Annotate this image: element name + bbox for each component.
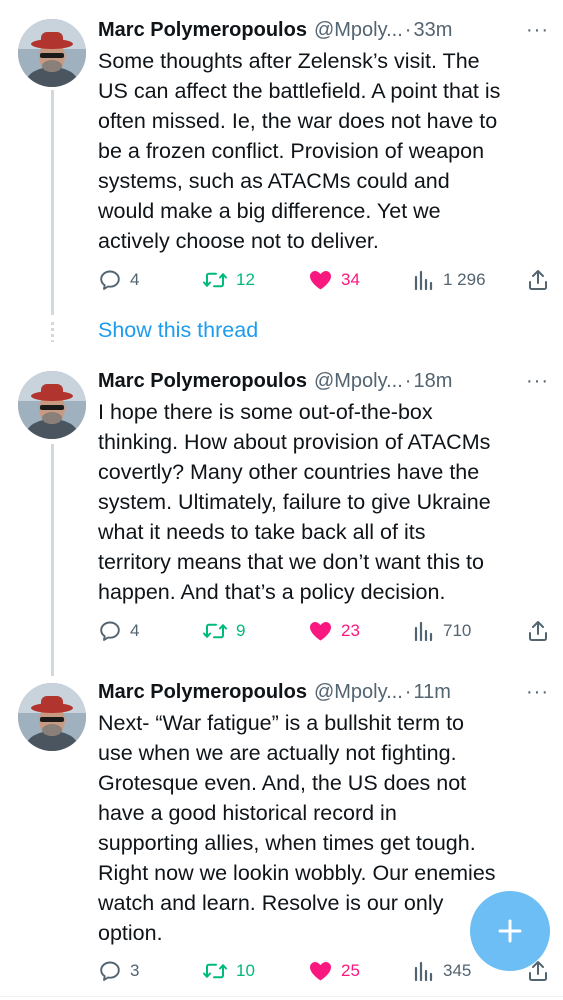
tweet-header: Marc Polymeropoulos @Mpoly... · 33m ··· (98, 15, 549, 45)
tweet-text-line: would make a big difference. Yet we (98, 199, 441, 223)
tweet-text-line: happen. And that’s a policy decision. (98, 580, 446, 604)
more-options-icon[interactable]: ··· (526, 19, 549, 42)
share-icon (529, 621, 547, 641)
like-button[interactable]: 25 (308, 956, 360, 986)
heart-icon (310, 622, 331, 641)
views-count: 1 296 (443, 270, 486, 289)
tweet-text-line: system. Ultimately, failure to give Ukra… (98, 490, 491, 514)
retweet-count: 12 (236, 270, 255, 289)
reply-icon (100, 270, 120, 290)
tweet-text: I hope there is some out-of-the-box thin… (98, 397, 550, 607)
views-button[interactable]: 710 (413, 616, 471, 646)
avatar-image (18, 19, 86, 87)
tweet-text-line: have a good historical record in (98, 801, 397, 825)
separator-dot: · (404, 18, 412, 41)
views-count: 710 (443, 621, 472, 640)
tweet-header: Marc Polymeropoulos @Mpoly... · 18m ··· (98, 366, 549, 396)
like-button[interactable]: 23 (308, 616, 360, 646)
more-options-icon[interactable]: ··· (526, 681, 549, 704)
share-icon (529, 270, 547, 290)
reply-count: 4 (130, 621, 140, 640)
reply-button[interactable]: 4 (98, 265, 139, 295)
tweet-actions: 4 12 34 1 296 (98, 265, 553, 295)
like-count: 23 (341, 621, 360, 640)
tweet[interactable]: Marc Polymeropoulos @Mpoly... · 18m ··· … (0, 352, 563, 652)
views-icon (414, 961, 433, 982)
tweet-text-line: what it needs to take back all of its (98, 520, 426, 544)
tweet-text-line: systems, such as ATACMs could and (98, 169, 450, 193)
avatar[interactable] (18, 19, 86, 87)
more-options-icon[interactable]: ··· (526, 370, 549, 393)
compose-button[interactable] (470, 891, 550, 971)
reply-button[interactable]: 3 (98, 956, 139, 986)
views-button[interactable]: 1 296 (413, 265, 486, 295)
retweet-icon (203, 272, 227, 288)
avatar-image (18, 371, 86, 439)
like-count: 34 (341, 270, 360, 289)
timestamp[interactable]: 11m (413, 681, 450, 704)
tweet-header: Marc Polymeropoulos @Mpoly... · 11m ··· (98, 677, 549, 707)
tweet-text-line: supporting allies, when times get tough. (98, 831, 476, 855)
thread-gap-dots (51, 322, 54, 342)
tweet-text-line: often missed. Ie, the war does not have … (98, 109, 498, 133)
heart-icon (310, 271, 331, 290)
share-button[interactable] (526, 616, 550, 646)
separator-dot: · (404, 680, 412, 703)
retweet-button[interactable]: 10 (202, 956, 255, 986)
views-icon (414, 270, 433, 291)
views-button[interactable]: 345 (413, 956, 471, 986)
tweet-text-line: covertly? Many other countries have the (98, 460, 480, 484)
avatar-image (18, 683, 86, 751)
like-count: 25 (341, 961, 360, 980)
retweet-button[interactable]: 9 (202, 616, 245, 646)
views-count: 345 (443, 961, 472, 980)
reply-icon (100, 621, 120, 641)
retweet-count: 10 (236, 961, 255, 980)
separator-dot: · (404, 369, 412, 392)
tweet-text-line: Some thoughts after Zelensk’s visit. The (98, 49, 480, 73)
tweet-text-line: Right now we lookin wobbly. Our enemies (98, 861, 496, 885)
compose-plus-icon (498, 919, 522, 943)
author-handle[interactable]: @Mpoly... (314, 19, 403, 42)
retweet-button[interactable]: 12 (202, 265, 255, 295)
tweet-text-line: actively choose not to deliver. (98, 229, 379, 253)
reply-button[interactable]: 4 (98, 616, 139, 646)
heart-icon (310, 962, 331, 981)
tweet-text-line: thinking. How about provision of ATACMs (98, 430, 491, 454)
author-handle[interactable]: @Mpoly... (314, 681, 403, 704)
timestamp[interactable]: 18m (413, 370, 452, 393)
tweet-text-line: territory means that we don’t want this … (98, 550, 484, 574)
reply-count: 4 (130, 270, 140, 289)
avatar[interactable] (18, 683, 86, 751)
tweet-text-line: Grotesque even. And, the US does not (98, 771, 467, 795)
tweet-actions: 4 9 23 710 (98, 616, 553, 646)
author-name[interactable]: Marc Polymeropoulos (98, 681, 307, 704)
author-name[interactable]: Marc Polymeropoulos (98, 19, 307, 42)
tweet-text-line: Next- “War fatigue” is a bullshit term t… (98, 711, 465, 735)
tweet-text-line: I hope there is some out-of-the-box (98, 400, 433, 424)
author-handle[interactable]: @Mpoly... (314, 370, 403, 393)
like-button[interactable]: 34 (308, 265, 360, 295)
reply-count: 3 (130, 961, 140, 980)
retweet-icon (203, 963, 227, 979)
divider (0, 996, 563, 997)
share-button[interactable] (526, 265, 550, 295)
retweet-icon (203, 623, 227, 639)
tweet-text: Some thoughts after Zelensk’s visit. The… (98, 46, 550, 256)
tweet-text-line: US can affect the battlefield. A point t… (98, 79, 501, 103)
reply-icon (100, 961, 120, 981)
author-name[interactable]: Marc Polymeropoulos (98, 370, 307, 393)
show-thread-link[interactable]: Show this thread (98, 318, 258, 343)
tweet-text-line: be a frozen conflict. Provision of weapo… (98, 139, 485, 163)
timestamp[interactable]: 33m (413, 19, 452, 42)
tweet[interactable]: Marc Polymeropoulos @Mpoly... · 33m ··· … (0, 0, 563, 300)
views-icon (414, 621, 433, 642)
avatar[interactable] (18, 371, 86, 439)
tweet-text-line: use when we are actually not fighting. (98, 741, 457, 765)
retweet-count: 9 (236, 621, 246, 640)
